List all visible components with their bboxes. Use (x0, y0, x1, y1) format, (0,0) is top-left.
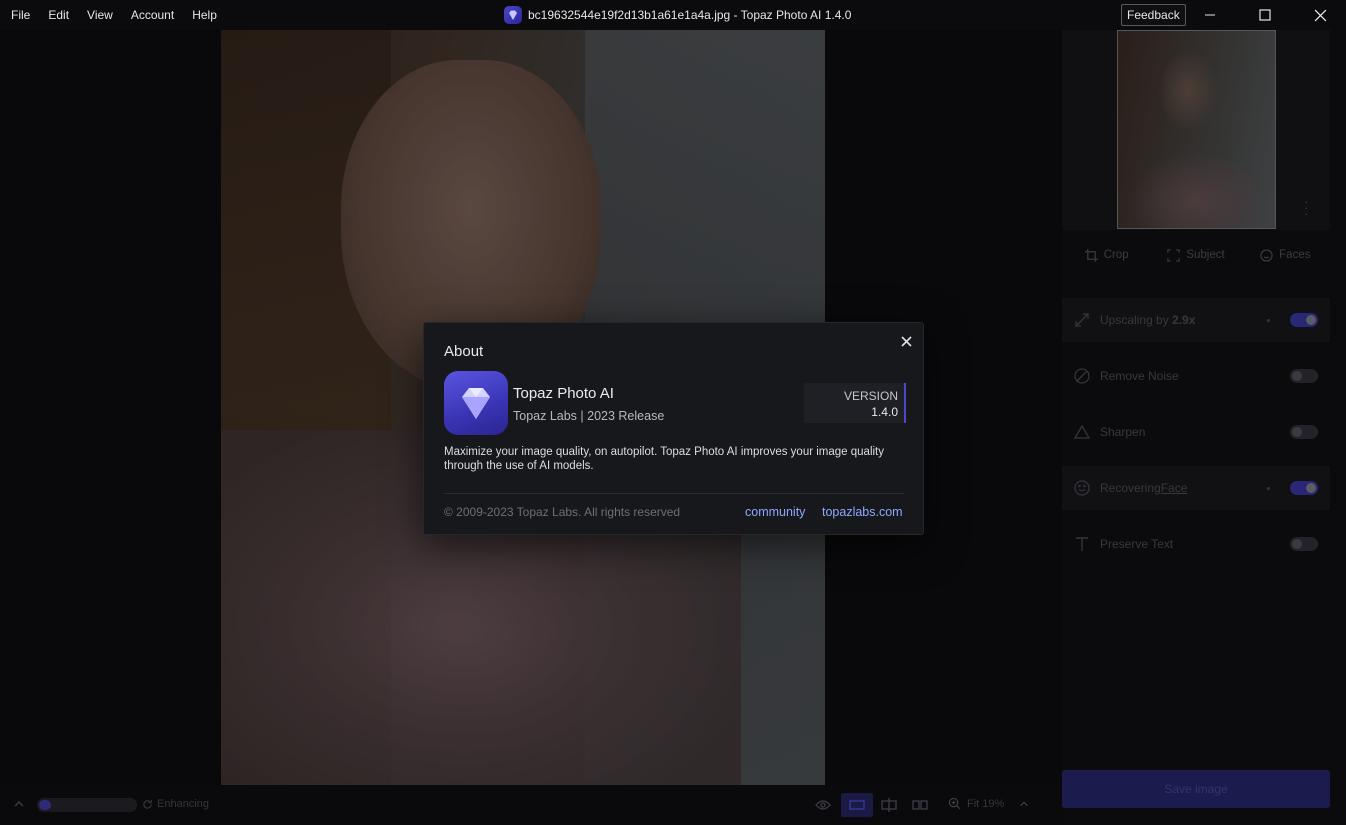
single-view-button[interactable] (841, 793, 873, 817)
menu-file[interactable]: File (2, 8, 39, 22)
tab-crop-label: Crop (1103, 249, 1129, 261)
recover-face-toggle[interactable] (1290, 481, 1318, 495)
text-icon (1072, 534, 1092, 554)
menu-view[interactable]: View (78, 8, 122, 22)
about-description: Maximize your image quality, on autopilo… (444, 446, 884, 472)
tab-faces[interactable]: Faces (1241, 240, 1330, 270)
refresh-icon (143, 799, 152, 809)
divider (444, 493, 904, 494)
progress-bar (37, 798, 137, 812)
diamond-icon (462, 388, 490, 419)
split-view-button[interactable] (876, 793, 902, 817)
feature-sharpen[interactable]: Sharpen (1062, 410, 1330, 454)
triangle-icon (1072, 422, 1092, 442)
zoom-control[interactable]: Fit 19% (948, 797, 1030, 810)
save-image-button[interactable]: Save image (1062, 770, 1330, 808)
split-view-icon (881, 798, 897, 812)
navigator: · · · (1062, 30, 1330, 230)
window-title-text: bc19632544e19f2d13b1a61e1a4a.jpg - Topaz… (528, 8, 852, 22)
feature-preserve-text[interactable]: Preserve Text (1062, 522, 1330, 566)
feature-sharpen-label: Sharpen (1100, 425, 1146, 439)
feature-upscale-label: Upscaling by 2.9x (1100, 313, 1195, 327)
smiley-face-icon (1260, 248, 1273, 262)
sharpen-toggle[interactable] (1290, 425, 1318, 439)
about-dialog: About Topaz Photo AI Topaz Labs | 2023 R… (423, 322, 924, 535)
feature-recover-face-label: RecoveringFace (1100, 481, 1187, 495)
feedback-button[interactable]: Feedback (1121, 4, 1186, 26)
upscale-toggle[interactable] (1290, 313, 1318, 327)
zoom-label: Fit 19% (967, 797, 1005, 810)
noise-icon (1072, 366, 1092, 386)
tab-crop[interactable]: Crop (1062, 240, 1151, 270)
maximize-icon (1259, 9, 1271, 21)
maximize-button[interactable] (1242, 0, 1288, 30)
feature-upscale[interactable]: Upscaling by 2.9x (1062, 298, 1330, 342)
close-icon (900, 335, 912, 347)
about-close-button[interactable] (898, 333, 914, 349)
version-label: VERSION (843, 389, 898, 403)
subject-select-icon (1167, 248, 1180, 262)
community-link[interactable]: community (745, 505, 805, 519)
selection-tabs: Crop Subject Faces (1062, 240, 1330, 270)
version-value: 1.4.0 (871, 405, 898, 419)
close-icon (1314, 9, 1326, 21)
menu-account[interactable]: Account (122, 8, 183, 22)
status-text: Enhancing (157, 798, 209, 810)
upscale-label-text: Upscaling by (1100, 313, 1169, 327)
feature-recover-face[interactable]: RecoveringFace (1062, 466, 1330, 510)
recover-label-text: Recovering (1100, 481, 1161, 495)
single-view-icon (849, 800, 865, 810)
about-app-name: Topaz Photo AI (513, 385, 614, 402)
navigator-thumbnail[interactable] (1117, 30, 1276, 229)
title-bar: File Edit View Account Help bc19632544e1… (0, 0, 1346, 30)
feature-preserve-text-label: Preserve Text (1100, 537, 1174, 551)
about-title: About (444, 343, 484, 360)
menu-bar: File Edit View Account Help (0, 0, 226, 30)
side-by-side-button[interactable] (907, 793, 933, 817)
tab-subject[interactable]: Subject (1151, 240, 1240, 270)
copyright-text: © 2009-2023 Topaz Labs. All rights reser… (444, 505, 681, 519)
feature-remove-noise-label: Remove Noise (1100, 369, 1179, 383)
progress-fill (39, 800, 51, 810)
website-link[interactable]: topazlabs.com (822, 505, 903, 519)
chevron-up-icon[interactable] (12, 797, 26, 811)
menu-edit[interactable]: Edit (39, 8, 78, 22)
window-title: bc19632544e19f2d13b1a61e1a4a.jpg - Topaz… (504, 0, 851, 30)
recover-target-link[interactable]: Face (1161, 481, 1188, 495)
side-by-side-icon (912, 800, 928, 810)
settings-dot (1267, 319, 1270, 322)
tab-faces-label: Faces (1279, 249, 1311, 261)
upscale-factor: 2.9x (1172, 313, 1196, 327)
settings-dot (1267, 487, 1270, 490)
preview-eye-button[interactable] (810, 793, 836, 817)
right-panel: · · · Crop Subject Faces Upscaling by 2.9x… (1062, 30, 1346, 825)
version-box: VERSION 1.4.0 (804, 383, 906, 423)
more-options-icon[interactable]: · · · (1304, 194, 1309, 220)
zoom-icon (948, 797, 961, 810)
tab-subject-label: Subject (1186, 249, 1225, 261)
app-logo (444, 371, 508, 435)
menu-help[interactable]: Help (183, 8, 226, 22)
face-icon (1072, 478, 1092, 498)
expand-arrows-icon (1072, 310, 1092, 330)
minimize-icon (1205, 14, 1215, 16)
crop-icon (1084, 248, 1098, 262)
remove-noise-toggle[interactable] (1290, 369, 1318, 383)
app-logo-icon (504, 6, 522, 24)
minimize-button[interactable] (1187, 0, 1233, 30)
feature-remove-noise[interactable]: Remove Noise (1062, 354, 1330, 398)
bottom-toolbar: Enhancing Fit 19% (0, 785, 1062, 825)
status-indicator: Enhancing (142, 798, 209, 810)
eye-icon (815, 800, 831, 810)
chevron-up-icon[interactable] (1018, 798, 1030, 810)
close-window-button[interactable] (1297, 0, 1343, 30)
about-company: Topaz Labs | 2023 Release (513, 409, 665, 423)
preserve-text-toggle[interactable] (1290, 537, 1318, 551)
